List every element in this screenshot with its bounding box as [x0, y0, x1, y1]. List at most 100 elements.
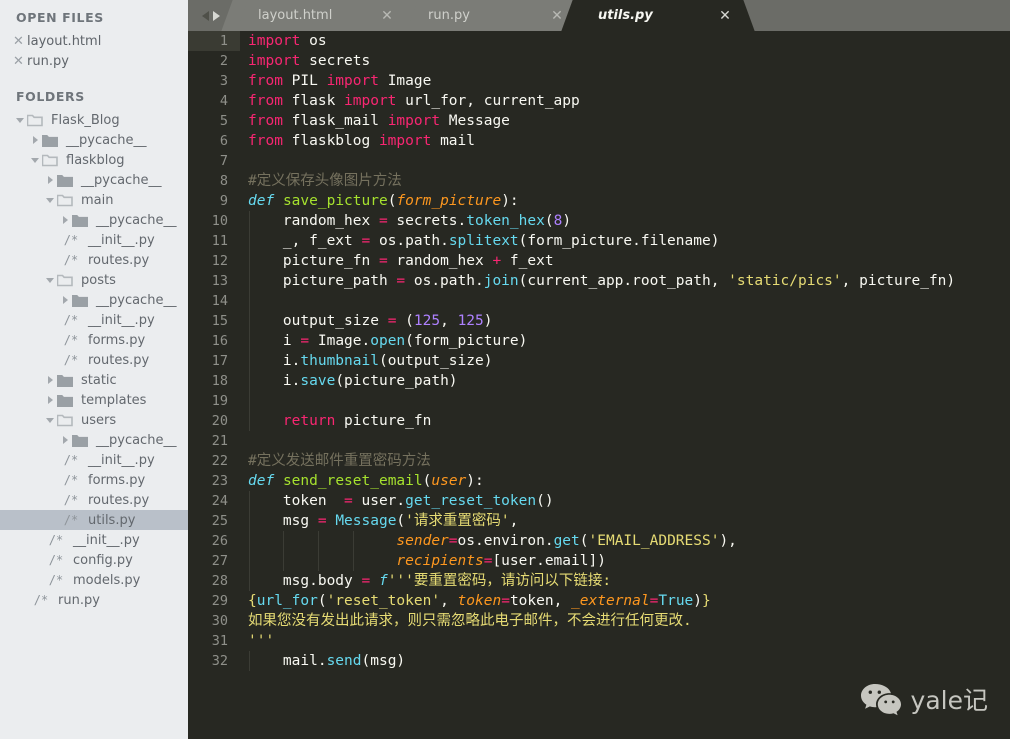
- tree-file-row[interactable]: /* utils.py: [0, 510, 188, 530]
- editor-tab[interactable]: run.py ✕: [404, 0, 574, 31]
- code-token: get: [553, 533, 580, 549]
- editor-tab[interactable]: layout.html ✕: [234, 0, 404, 31]
- tree-folder-row[interactable]: __pycache__: [0, 430, 188, 450]
- tree-file-row[interactable]: /* routes.py: [0, 250, 188, 270]
- code-token: def: [248, 473, 275, 489]
- line-number: 18: [188, 371, 240, 391]
- code-line[interactable]: 4 from flask import url_for, current_app: [188, 91, 1010, 111]
- code-token: import: [248, 53, 301, 69]
- code-line[interactable]: 30 如果您没有发出此请求，则只需忽略此电子邮件，不会进行任何更改.: [188, 611, 1010, 631]
- code-line[interactable]: 25 msg = Message('请求重置密码',: [188, 511, 1010, 531]
- indent-guide: [248, 231, 250, 251]
- chevron-down-icon[interactable]: [43, 417, 57, 423]
- tree-folder-row[interactable]: static: [0, 370, 188, 390]
- code-line[interactable]: 3 from PIL import Image: [188, 71, 1010, 91]
- chevron-right-icon[interactable]: [28, 136, 42, 144]
- tree-file-row[interactable]: /* forms.py: [0, 330, 188, 350]
- tree-folder-row[interactable]: main: [0, 190, 188, 210]
- code-line[interactable]: 19: [188, 391, 1010, 411]
- tree-file-row[interactable]: /* routes.py: [0, 490, 188, 510]
- arrow-left-icon[interactable]: [202, 10, 209, 21]
- code-text: import os: [240, 31, 1010, 51]
- code-line[interactable]: 5 from flask_mail import Message: [188, 111, 1010, 131]
- code-line[interactable]: 27 recipients=[user.email]): [188, 551, 1010, 571]
- code-line[interactable]: 14: [188, 291, 1010, 311]
- tree-file-row[interactable]: /* __init__.py: [0, 450, 188, 470]
- tree-file-row[interactable]: /* __init__.py: [0, 230, 188, 250]
- tree-folder-row[interactable]: templates: [0, 390, 188, 410]
- close-icon[interactable]: ✕: [13, 55, 27, 68]
- chevron-down-icon[interactable]: [43, 277, 57, 283]
- code-line[interactable]: 23 def send_reset_email(user):: [188, 471, 1010, 491]
- tree-file-row[interactable]: /* run.py: [0, 590, 188, 610]
- chevron-right-icon[interactable]: [43, 176, 57, 184]
- code-line[interactable]: 7: [188, 151, 1010, 171]
- editor-tab[interactable]: utils.py ✕: [574, 0, 742, 31]
- code-line[interactable]: 10 random_hex = secrets.token_hex(8): [188, 211, 1010, 231]
- tree-file-row[interactable]: /* config.py: [0, 550, 188, 570]
- tree-folder-row[interactable]: __pycache__: [0, 130, 188, 150]
- code-line[interactable]: 20 return picture_fn: [188, 411, 1010, 431]
- code-line[interactable]: 24 token = user.get_reset_token(): [188, 491, 1010, 511]
- code-line[interactable]: 15 output_size = (125, 125): [188, 311, 1010, 331]
- editor-pane: layout.html ✕ run.py ✕ utils.py ✕ 1 import os 2…: [188, 0, 1010, 739]
- open-file-item[interactable]: ✕ run.py: [0, 51, 188, 71]
- code-line[interactable]: 12 picture_fn = random_hex + f_ext: [188, 251, 1010, 271]
- tab-close-icon[interactable]: ✕: [708, 8, 742, 24]
- code-line[interactable]: 31 ''': [188, 631, 1010, 651]
- tree-file-row[interactable]: /* forms.py: [0, 470, 188, 490]
- code-token: f: [378, 573, 388, 589]
- code-line[interactable]: 8 #定义保存头像图片方法: [188, 171, 1010, 191]
- code-token: open: [370, 333, 406, 349]
- chevron-right-icon[interactable]: [43, 376, 57, 384]
- tree-folder-row[interactable]: __pycache__: [0, 210, 188, 230]
- code-line[interactable]: 13 picture_path = os.path.join(current_a…: [188, 271, 1010, 291]
- chevron-right-icon[interactable]: [43, 396, 57, 404]
- tabs-container: layout.html ✕ run.py ✕ utils.py ✕: [234, 0, 742, 31]
- line-number: 7: [188, 151, 240, 171]
- code-line[interactable]: 28 msg.body = f'''要重置密码，请访问以下链接:: [188, 571, 1010, 591]
- code-line[interactable]: 18 i.save(picture_path): [188, 371, 1010, 391]
- tree-file-row[interactable]: /* __init__.py: [0, 530, 188, 550]
- code-editor[interactable]: 1 import os 2 import secrets 3 from PIL impor…: [188, 31, 1010, 739]
- code-line[interactable]: 2 import secrets: [188, 51, 1010, 71]
- tree-folder-row[interactable]: users: [0, 410, 188, 430]
- chevron-down-icon[interactable]: [13, 117, 27, 123]
- chevron-down-icon[interactable]: [43, 197, 57, 203]
- chevron-down-icon[interactable]: [28, 157, 42, 163]
- code-text: sender=os.environ.get('EMAIL_ADDRESS'),: [240, 531, 1010, 551]
- tree-folder-row[interactable]: flaskblog: [0, 150, 188, 170]
- chevron-right-icon[interactable]: [58, 296, 72, 304]
- code-token: mail.: [248, 653, 327, 669]
- tree-folder-row[interactable]: __pycache__: [0, 170, 188, 190]
- open-file-item[interactable]: ✕ layout.html: [0, 31, 188, 51]
- code-line[interactable]: 9 def save_picture(form_picture):: [188, 191, 1010, 211]
- tree-folder-row[interactable]: __pycache__: [0, 290, 188, 310]
- tree-file-label: routes.py: [88, 352, 150, 368]
- code-line[interactable]: 11 _, f_ext = os.path.splitext(form_pict…: [188, 231, 1010, 251]
- code-line[interactable]: 22 #定义发送邮件重置密码方法: [188, 451, 1010, 471]
- code-token: os: [300, 33, 327, 49]
- code-line[interactable]: 32 mail.send(msg): [188, 651, 1010, 671]
- arrow-right-icon[interactable]: [213, 10, 220, 21]
- tree-folder-row[interactable]: posts: [0, 270, 188, 290]
- chevron-right-icon[interactable]: [58, 436, 72, 444]
- code-token: i.: [248, 373, 301, 389]
- code-line[interactable]: 1 import os: [188, 31, 1010, 51]
- code-line[interactable]: 29 {url_for('reset_token', token=token, _…: [188, 591, 1010, 611]
- close-icon[interactable]: ✕: [13, 35, 27, 48]
- code-line[interactable]: 21: [188, 431, 1010, 451]
- tree-file-label: config.py: [73, 552, 133, 568]
- tree-file-row[interactable]: /* routes.py: [0, 350, 188, 370]
- code-line[interactable]: 26 sender=os.environ.get('EMAIL_ADDRESS'…: [188, 531, 1010, 551]
- code-line[interactable]: 6 from flaskblog import mail: [188, 131, 1010, 151]
- tree-file-row[interactable]: /* __init__.py: [0, 310, 188, 330]
- tree-file-row[interactable]: /* models.py: [0, 570, 188, 590]
- folder-open-icon: [57, 194, 77, 207]
- code-line[interactable]: 16 i = Image.open(form_picture): [188, 331, 1010, 351]
- tree-folder-row[interactable]: Flask_Blog: [0, 110, 188, 130]
- chevron-right-icon[interactable]: [58, 216, 72, 224]
- code-line[interactable]: 17 i.thumbnail(output_size): [188, 351, 1010, 371]
- code-text: ''': [240, 631, 1010, 651]
